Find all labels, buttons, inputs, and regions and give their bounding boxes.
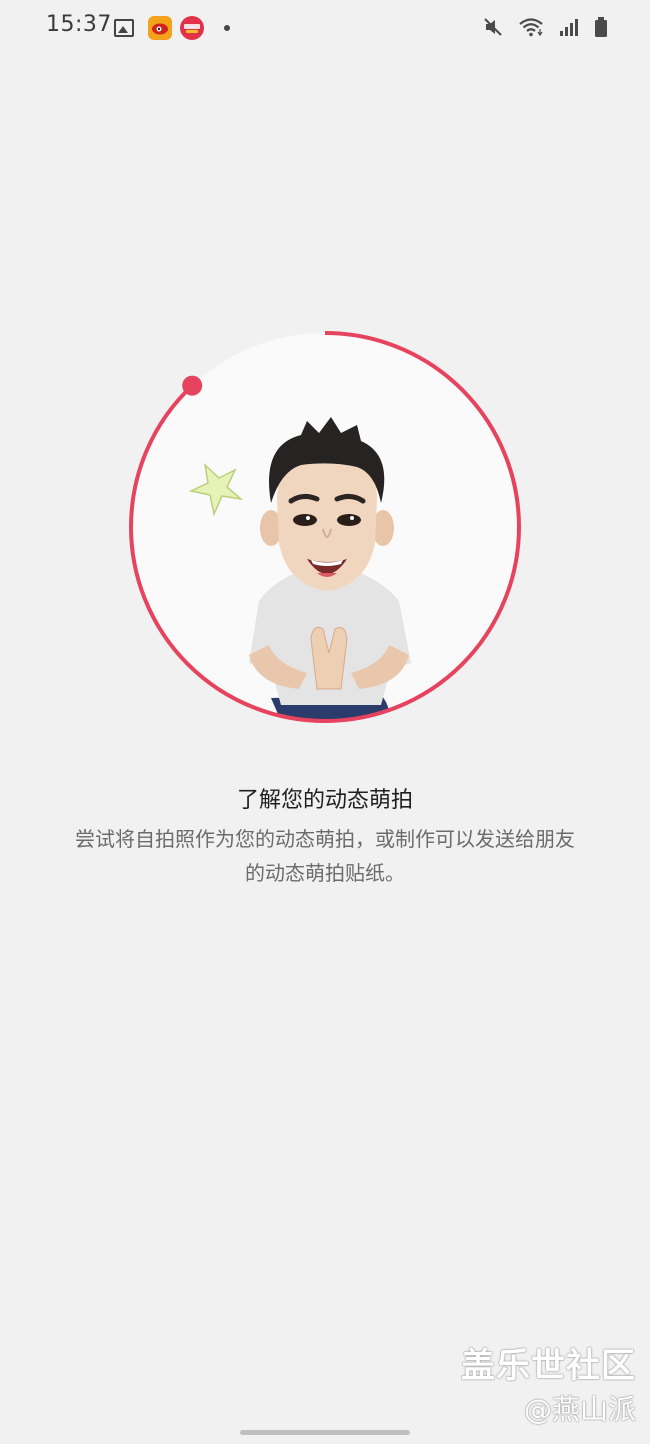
status-system-icons [482, 16, 608, 38]
avatar-progress-ring [126, 328, 524, 726]
home-indicator[interactable] [240, 1430, 410, 1435]
signal-icon [560, 19, 578, 36]
notification-dot [224, 25, 230, 31]
status-bar: 15:37 [0, 0, 650, 56]
app-badge-icon [180, 16, 204, 40]
watermark-community: 盖乐世社区 [461, 1346, 636, 1386]
mute-icon [484, 18, 502, 36]
watermark-author: @燕山派 [523, 1393, 636, 1426]
battery-icon [595, 17, 607, 37]
progress-knob [182, 375, 203, 396]
status-time: 15:37 [46, 12, 112, 37]
page-description: 尝试将自拍照作为您的动态萌拍，或制作可以发送给朋友 的动态萌拍贴纸。 [40, 822, 610, 890]
description-line-2: 的动态萌拍贴纸。 [245, 861, 405, 885]
page-title: 了解您的动态萌拍 [236, 788, 413, 813]
description-line-1: 尝试将自拍照作为您的动态萌拍，或制作可以发送给朋友 [75, 827, 575, 851]
weibo-icon [148, 16, 172, 40]
progress-ring [129, 331, 521, 723]
status-notification-icons [114, 16, 230, 40]
gallery-icon [114, 19, 134, 37]
wifi-icon [519, 18, 543, 37]
